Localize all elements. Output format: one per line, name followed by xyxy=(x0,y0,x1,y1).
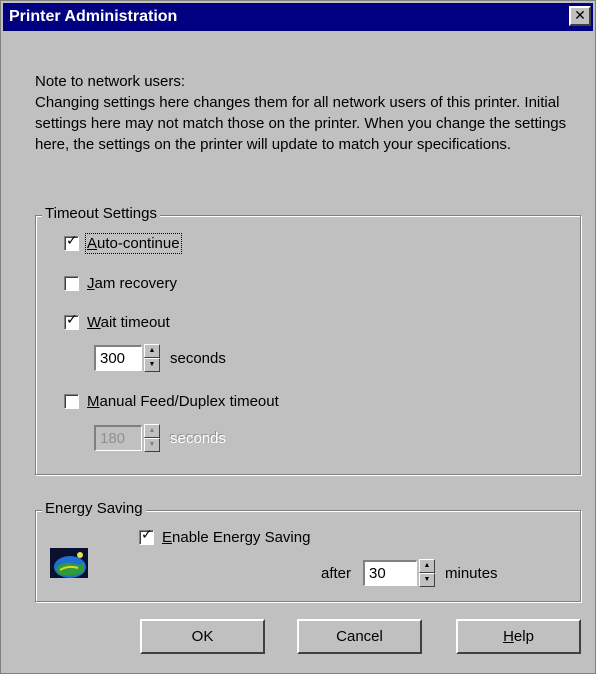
spin-down-icon[interactable]: ▼ xyxy=(419,573,436,587)
spin-down-icon[interactable]: ▼ xyxy=(144,358,160,372)
note-body: Changing settings here changes them for … xyxy=(35,94,567,153)
printer-administration-dialog: Printer Administration ✕ Note to network… xyxy=(0,0,596,674)
auto-continue-label[interactable]: Auto-continue xyxy=(85,233,182,254)
energy-saving-group: Energy Saving xyxy=(35,500,581,602)
close-button[interactable]: ✕ xyxy=(569,6,591,26)
timeout-settings-label: Timeout Settings xyxy=(42,205,160,222)
close-icon: ✕ xyxy=(574,7,586,23)
window-title: Printer Administration xyxy=(9,8,178,25)
spin-down-icon: ▼ xyxy=(144,438,160,452)
energy-saving-input[interactable]: 30 xyxy=(363,560,418,586)
energy-saving-label: Energy Saving xyxy=(42,500,146,517)
title-bar[interactable]: Printer Administration ✕ xyxy=(3,3,593,31)
help-button[interactable]: Help xyxy=(456,619,581,654)
wait-timeout-input[interactable]: 300 xyxy=(94,345,142,371)
energy-saving-spin-buttons: ▲ ▼ xyxy=(419,559,436,587)
ok-button[interactable]: OK xyxy=(140,619,265,654)
enable-energy-saving-label[interactable]: Enable Energy Saving xyxy=(162,529,310,546)
spin-up-icon[interactable]: ▲ xyxy=(144,344,160,358)
auto-continue-option[interactable]: Auto-continue xyxy=(64,233,182,254)
wait-timeout-checkbox[interactable] xyxy=(64,312,79,330)
energy-after-label: after xyxy=(321,564,352,582)
manual-feed-spinner: 180 ▲ ▼ seconds xyxy=(94,424,226,452)
wait-timeout-option[interactable]: Wait timeout xyxy=(64,312,170,331)
manual-feed-unit: seconds xyxy=(170,429,226,447)
note-heading: Note to network users: xyxy=(35,73,186,90)
enable-energy-saving-option[interactable]: Enable Energy Saving xyxy=(139,527,310,546)
network-users-note: Note to network users: Changing settings… xyxy=(35,71,580,155)
wait-timeout-spinner: 300 ▲ ▼ seconds xyxy=(94,344,226,372)
wait-timeout-spin-buttons: ▲ ▼ xyxy=(144,344,160,372)
auto-continue-checkbox[interactable] xyxy=(64,233,79,251)
wait-timeout-label[interactable]: Wait timeout xyxy=(87,314,170,331)
manual-feed-spin-buttons: ▲ ▼ xyxy=(144,424,160,452)
manual-feed-checkbox[interactable] xyxy=(64,394,79,409)
jam-recovery-checkbox[interactable] xyxy=(64,276,79,291)
manual-feed-input: 180 xyxy=(94,425,142,451)
jam-recovery-label[interactable]: Jam recovery xyxy=(87,275,177,292)
spin-up-icon: ▲ xyxy=(144,424,160,438)
manual-feed-label[interactable]: Manual Feed/Duplex timeout xyxy=(87,393,279,410)
manual-feed-option[interactable]: Manual Feed/Duplex timeout xyxy=(64,393,279,410)
cancel-button[interactable]: Cancel xyxy=(297,619,422,654)
jam-recovery-option[interactable]: Jam recovery xyxy=(64,275,177,292)
energy-saving-spinner: after 30 ▲ ▼ minutes xyxy=(321,559,498,587)
energy-saving-unit: minutes xyxy=(445,564,498,582)
spin-up-icon[interactable]: ▲ xyxy=(419,559,436,573)
enable-energy-saving-checkbox[interactable] xyxy=(139,527,154,545)
wait-timeout-unit: seconds xyxy=(170,349,226,367)
energy-star-graphic xyxy=(50,548,88,578)
energy-star-icon xyxy=(50,548,88,578)
